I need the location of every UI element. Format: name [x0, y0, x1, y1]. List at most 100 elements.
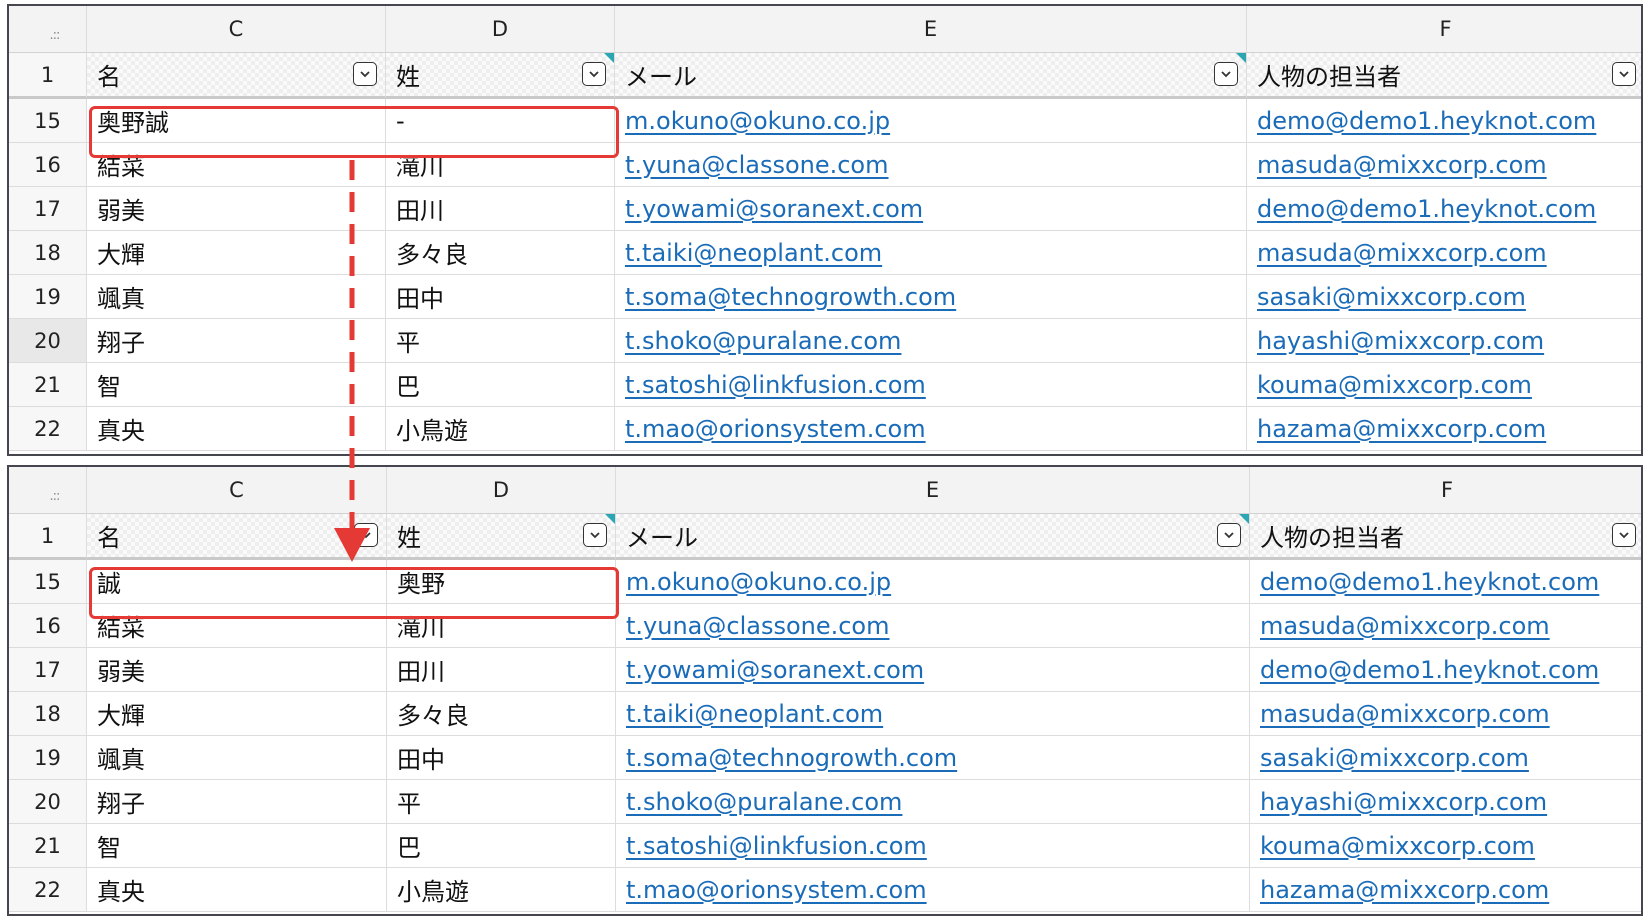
- chevron-down-icon[interactable]: [582, 62, 606, 86]
- cell-owner[interactable]: masuda@mixxcorp.com: [1247, 143, 1641, 187]
- cell-last-name[interactable]: 滝川: [386, 143, 615, 187]
- header-cell-owner[interactable]: 人物の担当者: [1247, 53, 1641, 99]
- owner-link[interactable]: sasaki@mixxcorp.com: [1257, 283, 1526, 311]
- cell-last-name[interactable]: 滝川: [387, 604, 616, 648]
- cell-first-name[interactable]: 大輝: [87, 692, 387, 736]
- cell-email[interactable]: t.taiki@neoplant.com: [616, 692, 1250, 736]
- row-header[interactable]: 17: [9, 648, 87, 692]
- chevron-down-icon[interactable]: [1214, 62, 1238, 86]
- cell-first-name[interactable]: 颯真: [87, 275, 386, 319]
- cell-owner[interactable]: sasaki@mixxcorp.com: [1250, 736, 1641, 780]
- cell-owner[interactable]: kouma@mixxcorp.com: [1250, 824, 1641, 868]
- email-link[interactable]: t.yuna@classone.com: [625, 151, 889, 179]
- cell-owner[interactable]: sasaki@mixxcorp.com: [1247, 275, 1641, 319]
- cell-last-name[interactable]: 田川: [387, 648, 616, 692]
- owner-link[interactable]: demo@demo1.heyknot.com: [1257, 195, 1596, 223]
- header-cell-last-name[interactable]: 姓: [387, 514, 616, 560]
- owner-link[interactable]: masuda@mixxcorp.com: [1257, 151, 1547, 179]
- cell-first-name[interactable]: 結菜: [87, 604, 387, 648]
- cell-first-name[interactable]: 誠: [87, 560, 387, 604]
- cell-first-name[interactable]: 弱美: [87, 187, 386, 231]
- row-header[interactable]: 21: [9, 824, 87, 868]
- column-header-e[interactable]: E: [616, 467, 1250, 514]
- owner-link[interactable]: hayashi@mixxcorp.com: [1257, 327, 1544, 355]
- header-cell-email[interactable]: メール: [616, 514, 1250, 560]
- cell-owner[interactable]: masuda@mixxcorp.com: [1250, 692, 1641, 736]
- cell-first-name[interactable]: 真央: [87, 407, 386, 451]
- column-header-d[interactable]: D: [387, 467, 616, 514]
- cell-owner[interactable]: hazama@mixxcorp.com: [1250, 868, 1641, 912]
- owner-link[interactable]: masuda@mixxcorp.com: [1260, 700, 1550, 728]
- cell-email[interactable]: t.yuna@classone.com: [616, 604, 1250, 648]
- cell-last-name[interactable]: 小鳥遊: [387, 868, 616, 912]
- owner-link[interactable]: demo@demo1.heyknot.com: [1257, 107, 1596, 135]
- cell-email[interactable]: t.yowami@soranext.com: [615, 187, 1247, 231]
- row-header[interactable]: 18: [9, 692, 87, 736]
- cell-owner[interactable]: demo@demo1.heyknot.com: [1247, 99, 1641, 143]
- email-link[interactable]: t.mao@orionsystem.com: [626, 876, 927, 904]
- row-header[interactable]: 22: [9, 868, 87, 912]
- cell-owner[interactable]: demo@demo1.heyknot.com: [1250, 560, 1641, 604]
- chevron-down-icon[interactable]: [353, 62, 377, 86]
- chevron-down-icon[interactable]: [1612, 523, 1636, 547]
- header-cell-first-name[interactable]: 名: [87, 514, 387, 560]
- row-header[interactable]: 19: [9, 736, 87, 780]
- column-header-c[interactable]: C: [87, 6, 386, 53]
- header-cell-owner[interactable]: 人物の担当者: [1250, 514, 1641, 560]
- row-header[interactable]: 20: [9, 780, 87, 824]
- chevron-down-icon[interactable]: [354, 523, 378, 547]
- header-cell-last-name[interactable]: 姓: [386, 53, 615, 99]
- cell-last-name[interactable]: 平: [386, 319, 615, 363]
- cell-last-name[interactable]: -: [386, 99, 615, 143]
- owner-link[interactable]: masuda@mixxcorp.com: [1260, 612, 1550, 640]
- owner-link[interactable]: hazama@mixxcorp.com: [1257, 415, 1546, 443]
- owner-link[interactable]: kouma@mixxcorp.com: [1260, 832, 1535, 860]
- cell-last-name[interactable]: 多々良: [386, 231, 615, 275]
- select-all-corner[interactable]: .::: [9, 6, 87, 53]
- cell-email[interactable]: t.soma@technogrowth.com: [615, 275, 1247, 319]
- cell-first-name[interactable]: 結菜: [87, 143, 386, 187]
- owner-link[interactable]: kouma@mixxcorp.com: [1257, 371, 1532, 399]
- row-header[interactable]: 20: [9, 319, 87, 363]
- cell-first-name[interactable]: 大輝: [87, 231, 386, 275]
- cell-first-name[interactable]: 奥野誠: [87, 99, 386, 143]
- email-link[interactable]: t.mao@orionsystem.com: [625, 415, 926, 443]
- cell-email[interactable]: m.okuno@okuno.co.jp: [616, 560, 1250, 604]
- row-header[interactable]: 15: [9, 99, 87, 143]
- email-link[interactable]: t.yowami@soranext.com: [625, 195, 923, 223]
- cell-first-name[interactable]: 翔子: [87, 319, 386, 363]
- owner-link[interactable]: demo@demo1.heyknot.com: [1260, 568, 1599, 596]
- cell-email[interactable]: t.shoko@puralane.com: [616, 780, 1250, 824]
- row-header[interactable]: 16: [9, 604, 87, 648]
- owner-link[interactable]: sasaki@mixxcorp.com: [1260, 744, 1529, 772]
- email-link[interactable]: m.okuno@okuno.co.jp: [625, 107, 890, 135]
- email-link[interactable]: t.shoko@puralane.com: [626, 788, 902, 816]
- cell-last-name[interactable]: 田川: [386, 187, 615, 231]
- header-cell-first-name[interactable]: 名: [87, 53, 386, 99]
- cell-email[interactable]: t.taiki@neoplant.com: [615, 231, 1247, 275]
- row-header[interactable]: 17: [9, 187, 87, 231]
- column-header-f[interactable]: F: [1250, 467, 1641, 514]
- cell-email[interactable]: t.yowami@soranext.com: [616, 648, 1250, 692]
- cell-last-name[interactable]: 多々良: [387, 692, 616, 736]
- email-link[interactable]: m.okuno@okuno.co.jp: [626, 568, 891, 596]
- cell-owner[interactable]: hayashi@mixxcorp.com: [1250, 780, 1641, 824]
- row-header[interactable]: 1: [9, 514, 87, 560]
- cell-owner[interactable]: demo@demo1.heyknot.com: [1250, 648, 1641, 692]
- email-link[interactable]: t.yowami@soranext.com: [626, 656, 924, 684]
- email-link[interactable]: t.satoshi@linkfusion.com: [626, 832, 927, 860]
- cell-email[interactable]: t.satoshi@linkfusion.com: [616, 824, 1250, 868]
- column-header-e[interactable]: E: [615, 6, 1247, 53]
- header-cell-email[interactable]: メール: [615, 53, 1247, 99]
- cell-owner[interactable]: masuda@mixxcorp.com: [1247, 231, 1641, 275]
- cell-last-name[interactable]: 小鳥遊: [386, 407, 615, 451]
- cell-last-name[interactable]: 田中: [386, 275, 615, 319]
- email-link[interactable]: t.taiki@neoplant.com: [625, 239, 882, 267]
- chevron-down-icon[interactable]: [1217, 523, 1241, 547]
- email-link[interactable]: t.taiki@neoplant.com: [626, 700, 883, 728]
- column-header-c[interactable]: C: [87, 467, 387, 514]
- cell-email[interactable]: m.okuno@okuno.co.jp: [615, 99, 1247, 143]
- cell-first-name[interactable]: 颯真: [87, 736, 387, 780]
- cell-email[interactable]: t.shoko@puralane.com: [615, 319, 1247, 363]
- cell-last-name[interactable]: 奥野: [387, 560, 616, 604]
